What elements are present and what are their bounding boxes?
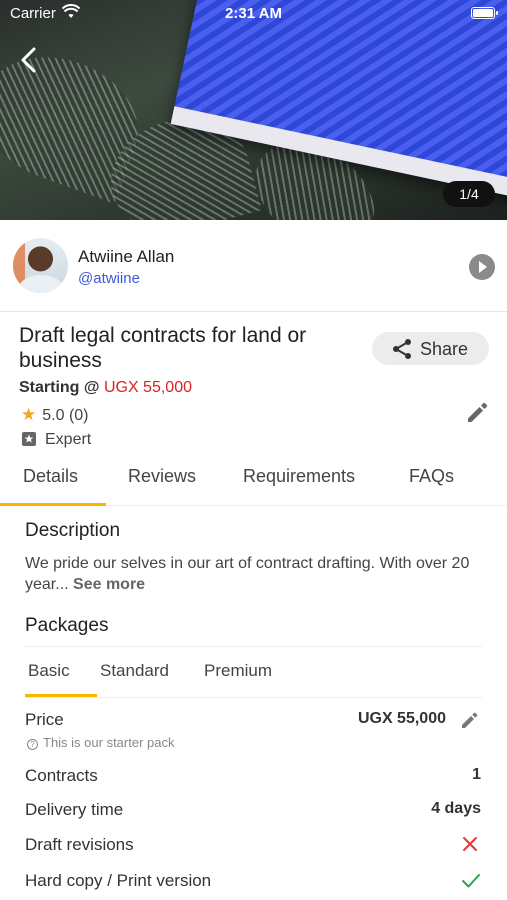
- tab-requirements[interactable]: Requirements: [243, 466, 355, 487]
- clock: 2:31 AM: [225, 5, 282, 22]
- not-included-x-icon: [463, 837, 477, 851]
- edit-price-icon[interactable]: [460, 710, 480, 730]
- share-icon: [393, 339, 411, 359]
- draft-revisions-label: Draft revisions: [25, 835, 134, 854]
- starting-label: Starting @: [19, 379, 104, 396]
- packages-title: Packages: [25, 615, 109, 636]
- seller-level: Expert: [21, 431, 91, 449]
- starting-price: Starting @ UGX 55,000: [19, 379, 192, 397]
- included-check-icon: [462, 874, 480, 888]
- price-note: ? This is our starter pack: [27, 735, 175, 750]
- gig-title: Draft legal contracts for land or busine…: [19, 324, 307, 372]
- delivery-time-value: 4 days: [431, 800, 481, 817]
- tab-reviews[interactable]: Reviews: [128, 466, 196, 487]
- share-label: Share: [420, 339, 469, 359]
- rating: ★ 5.0 (0): [21, 405, 89, 425]
- divider: [25, 646, 482, 647]
- avatar[interactable]: [13, 238, 68, 293]
- help-icon: ?: [27, 739, 38, 750]
- seller-row[interactable]: Atwiine Allan @atwiine: [0, 220, 507, 312]
- divider: [25, 697, 482, 698]
- battery-icon: [471, 7, 498, 19]
- tab-faqs[interactable]: FAQs: [409, 466, 454, 487]
- description-title: Description: [25, 520, 121, 541]
- seller-level-label: Expert: [45, 431, 92, 448]
- seller-name: Atwiine Allan: [78, 247, 175, 266]
- share-button[interactable]: Share: [372, 332, 489, 365]
- tab-details[interactable]: Details: [23, 466, 78, 487]
- badge-icon: [22, 432, 36, 446]
- gig-image-carousel[interactable]: Carrier 2:31 AM 1/4: [0, 0, 507, 220]
- edit-pencil-icon[interactable]: [465, 399, 491, 425]
- active-tab-indicator: [0, 503, 106, 506]
- detail-tabs: Details Reviews Requirements FAQs: [0, 456, 507, 506]
- see-more-link[interactable]: See more: [73, 576, 145, 593]
- package-tab-premium[interactable]: Premium: [204, 661, 272, 681]
- contracts-label: Contracts: [25, 766, 98, 785]
- delivery-time-label: Delivery time: [25, 800, 124, 819]
- hard-copy-label: Hard copy / Print version: [25, 871, 212, 890]
- rating-value: 5.0 (0): [42, 407, 89, 424]
- price-label: Price: [25, 710, 64, 729]
- star-icon: ★: [21, 405, 37, 424]
- price-note-text: This is our starter pack: [43, 735, 175, 750]
- status-bar: Carrier 2:31 AM: [0, 0, 507, 28]
- description-text: We pride our selves in our art of contra…: [25, 553, 485, 595]
- image-counter: 1/4: [443, 181, 495, 207]
- contracts-value: 1: [472, 766, 481, 783]
- package-tab-standard[interactable]: Standard: [100, 661, 169, 681]
- back-chevron-icon[interactable]: [14, 44, 44, 76]
- package-tab-basic[interactable]: Basic: [28, 661, 70, 681]
- starting-price-value: UGX 55,000: [103, 379, 192, 396]
- price-value: UGX 55,000: [357, 710, 446, 727]
- seller-handle[interactable]: @atwiine: [78, 270, 140, 287]
- seller-arrow-icon[interactable]: [469, 254, 495, 280]
